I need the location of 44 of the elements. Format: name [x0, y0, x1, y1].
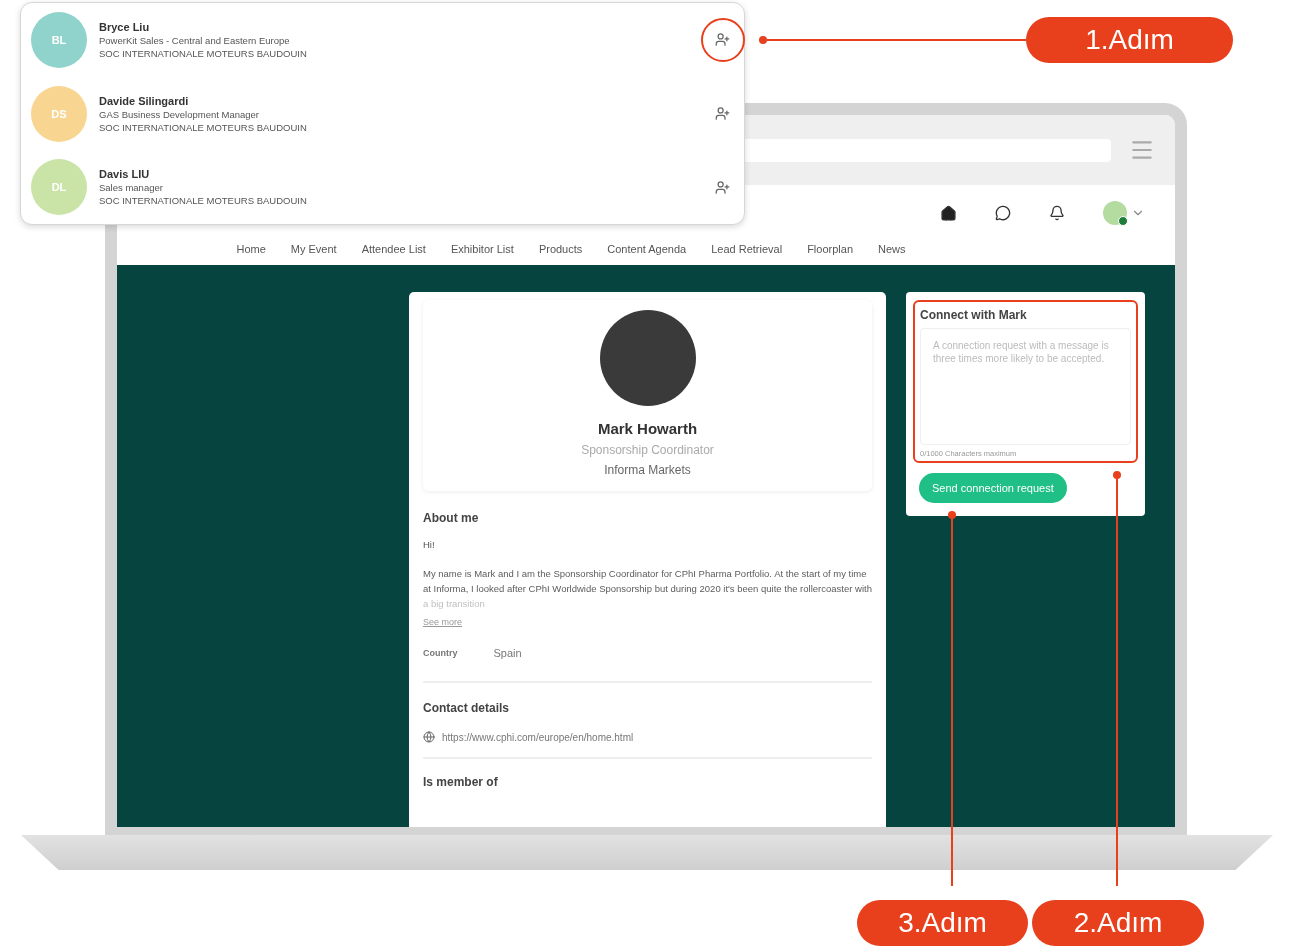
contact-company: SOC INTERNATIONALE MOTEURS BAUDOUIN [99, 195, 308, 207]
section-heading: About me [423, 511, 480, 525]
add-contact-button[interactable] [713, 104, 732, 123]
globe-icon [423, 731, 435, 743]
section-heading: Contact details [423, 701, 510, 715]
bell-icon[interactable] [1049, 205, 1065, 221]
nav-link[interactable]: Products [538, 243, 583, 255]
step-label: 2.Adım [1032, 900, 1204, 946]
chat-icon[interactable] [995, 205, 1011, 221]
contact-name: Bryce Liu [99, 20, 151, 33]
nav-link[interactable]: News [878, 243, 906, 255]
contact-name: Davide Silingardi [99, 94, 190, 107]
initials-avatar: DL [31, 159, 87, 216]
contact-title: Sales manager [99, 182, 164, 194]
highlight-ring [701, 18, 745, 62]
nav-link[interactable]: Exhibitor List [450, 243, 514, 255]
initials-avatar: DS [31, 85, 87, 142]
contact-title: PowerKit Sales - Central and Eastern Europe [99, 34, 291, 46]
nav-link[interactable]: Floorplan [807, 243, 853, 255]
nav-link[interactable]: My Event [290, 243, 337, 255]
nav-link[interactable]: Attendee List [361, 243, 426, 255]
home-icon[interactable] [940, 204, 957, 222]
nav-link[interactable]: Content Agenda [607, 243, 687, 255]
contact-company: SOC INTERNATIONALE MOTEURS BAUDOUIN [99, 47, 308, 59]
user-avatar[interactable] [1103, 201, 1127, 225]
step-label: 1.Adım [1026, 17, 1233, 63]
initials-avatar: BL [31, 11, 87, 68]
nav-link[interactable]: Lead Retrieval [711, 243, 783, 255]
profile-role: Sponsorship Coordinator [581, 443, 714, 457]
field-value: Spain [493, 647, 522, 659]
online-dot-icon [1118, 216, 1128, 226]
profile-name: Mark Howarth [597, 420, 698, 437]
greeting-text: Hi! [423, 538, 436, 552]
profile-company: Informa Markets [604, 463, 691, 477]
field-label: Country [423, 648, 458, 658]
website-link[interactable]: https://www.cphi.com/europe/en/home.html [442, 731, 634, 743]
connect-title: Connect with Mark [920, 308, 1028, 322]
contact-name: Davis LIU [99, 168, 151, 181]
step-label: 3.Adım [857, 900, 1028, 946]
contact-company: SOC INTERNATIONALE MOTEURS BAUDOUIN [99, 121, 308, 133]
section-heading: Is member of [423, 775, 499, 789]
nav-link[interactable]: Home [236, 243, 266, 255]
contact-title: GAS Business Development Manager [99, 108, 260, 120]
message-field[interactable]: A connection request with a message is three times more likely to be accepted. [920, 328, 1131, 445]
